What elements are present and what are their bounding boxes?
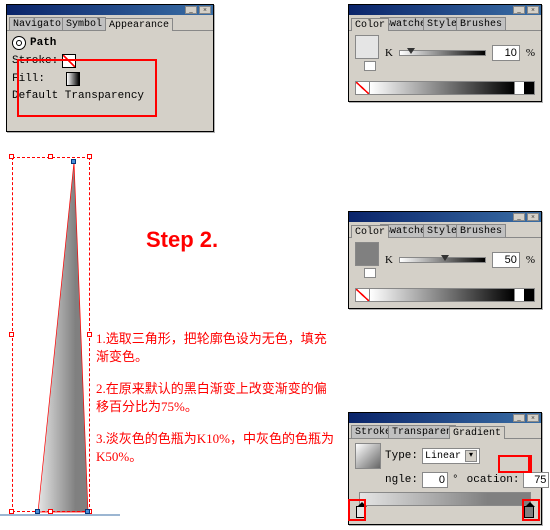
instruction-3: 3.淡灰色的色瓶为K10%，中灰色的色瓶为K50%。 [96, 430, 336, 466]
slider-thumb[interactable] [441, 255, 449, 261]
location-field[interactable] [523, 472, 549, 488]
fill-label: Fill: [12, 73, 45, 85]
angle-field[interactable] [422, 472, 448, 488]
selection-bbox [12, 157, 90, 512]
color1-secondary-swatch[interactable] [364, 61, 376, 71]
close-button[interactable]: × [199, 6, 211, 14]
gradient-stop-right[interactable] [524, 506, 534, 518]
gradient-panel: _ × Stroke Transparen Gradient Type: Lin… [348, 412, 542, 525]
close-button[interactable]: × [527, 213, 539, 221]
color1-titlebar[interactable]: _ × [349, 5, 541, 15]
k-slider[interactable] [399, 257, 486, 263]
type-select[interactable]: Linear ▾ [422, 448, 480, 464]
tab-symbol[interactable]: Symbol [62, 17, 106, 30]
color1-tabs: Color Swatches Styles Brushes [349, 15, 541, 31]
step-title: Step 2. [146, 227, 218, 253]
tab-gradient[interactable]: Gradient [449, 426, 505, 439]
close-button[interactable]: × [527, 6, 539, 14]
k-slider[interactable] [399, 50, 486, 56]
close-button[interactable]: × [527, 414, 539, 422]
tab-color[interactable]: Color [351, 18, 389, 31]
fill-swatch[interactable] [66, 72, 80, 86]
tab-brushes[interactable]: Brushes [456, 17, 506, 30]
k-label: K [385, 254, 393, 266]
path-label: Path [30, 37, 56, 49]
color-panel-2: _ × Color Swatches Styles Brushes K % [348, 211, 542, 309]
percent-label: % [526, 254, 535, 266]
anchor-top[interactable] [71, 159, 76, 164]
dropdown-arrow-icon: ▾ [465, 450, 477, 462]
gradient-titlebar[interactable]: _ × [349, 413, 541, 423]
anchor-br[interactable] [85, 509, 90, 514]
appearance-tabs: Navigator Symbol Appearance [7, 15, 213, 31]
gradient-tabs: Stroke Transparen Gradient [349, 423, 541, 439]
minimize-button[interactable]: _ [185, 6, 197, 14]
none-color-icon[interactable] [356, 82, 370, 94]
angle-label: ngle: [385, 474, 418, 486]
color2-swatch[interactable] [355, 242, 379, 266]
slider-thumb[interactable] [407, 48, 415, 54]
appearance-panel: _ × Navigator Symbol Appearance Path Str… [6, 4, 214, 132]
minimize-button[interactable]: _ [513, 213, 525, 221]
none-color-icon[interactable] [356, 289, 370, 301]
color2-secondary-swatch[interactable] [364, 268, 376, 278]
target-icon [12, 36, 26, 50]
k-value-field[interactable] [492, 45, 520, 61]
location-label: ocation: [467, 474, 520, 486]
instruction-1: 1.选取三角形，把轮廓色设为无色，填充渐变色。 [96, 330, 336, 366]
stroke-swatch[interactable] [62, 54, 76, 68]
canvas-artwork [0, 157, 120, 527]
instruction-2: 2.在原来默认的黑白渐变上改变渐变的偏移百分比为75%。 [96, 380, 336, 416]
tab-appearance[interactable]: Appearance [105, 18, 173, 31]
default-transparency-label: Default Transparency [12, 90, 144, 102]
minimize-button[interactable]: _ [513, 6, 525, 14]
anchor-bl[interactable] [35, 509, 40, 514]
appearance-titlebar[interactable]: _ × [7, 5, 213, 15]
tab-color[interactable]: Color [351, 225, 389, 238]
color2-spectrum[interactable] [355, 288, 535, 302]
minimize-button[interactable]: _ [513, 414, 525, 422]
angle-unit: ° [452, 474, 459, 486]
gradient-stop-left[interactable] [356, 506, 366, 518]
tab-brushes[interactable]: Brushes [456, 224, 506, 237]
color-panel-1: _ × Color Swatches Styles Brushes K % [348, 4, 542, 102]
percent-label: % [526, 47, 535, 59]
type-label: Type: [385, 450, 418, 462]
color2-titlebar[interactable]: _ × [349, 212, 541, 222]
gradient-bar[interactable] [359, 492, 531, 506]
k-value-field[interactable] [492, 252, 520, 268]
type-value: Linear [425, 451, 461, 462]
stroke-label: Stroke: [12, 55, 58, 67]
color1-spectrum[interactable] [355, 81, 535, 95]
k-label: K [385, 47, 393, 59]
color1-swatch[interactable] [355, 35, 379, 59]
tab-transparency[interactable]: Transparen [388, 425, 456, 438]
color2-tabs: Color Swatches Styles Brushes [349, 222, 541, 238]
gradient-preview [355, 443, 381, 469]
